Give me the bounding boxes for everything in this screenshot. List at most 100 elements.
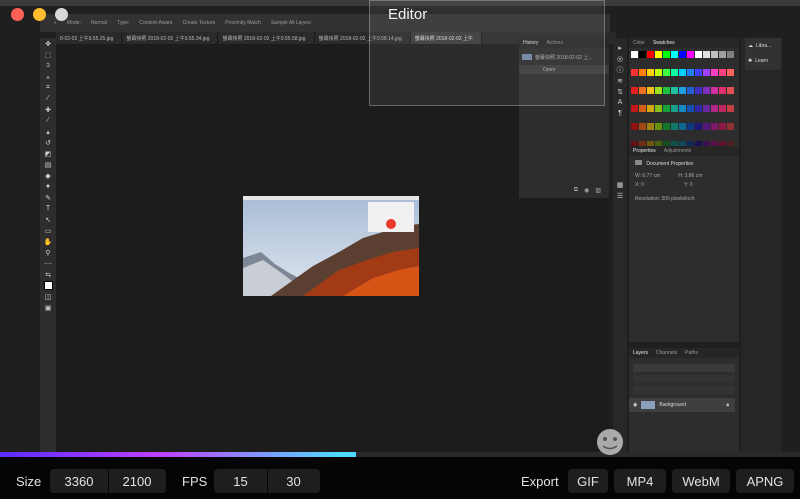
tab-adjustments[interactable]: Adjustments [664,148,692,154]
color-swatch[interactable] [703,87,710,94]
export-apng-button[interactable]: APNG [736,469,794,493]
tab-paths[interactable]: Paths [685,350,698,356]
snapshot-camera-icon[interactable]: ◉ [584,187,589,194]
color-swatch[interactable] [679,105,686,112]
color-swatch[interactable] [679,87,686,94]
color-swatch[interactable] [719,69,726,76]
color-swatch[interactable] [711,87,718,94]
layer-row[interactable]: ◉ Background 🔒︎ [629,398,735,412]
panel-icon[interactable]: ≋ [613,75,627,86]
color-swatch[interactable] [663,51,670,58]
color-swatch[interactable] [679,123,686,130]
export-webm-button[interactable]: WebM [672,469,730,493]
color-swatch[interactable] [687,87,694,94]
panel-icon[interactable]: ⓘ [613,64,627,75]
color-swatch[interactable] [679,51,686,58]
color-swatch[interactable] [679,69,686,76]
color-swatch[interactable] [703,51,710,58]
color-swatch[interactable] [703,105,710,112]
tab-channels[interactable]: Channels [656,350,677,356]
color-swatch[interactable] [631,123,638,130]
eye-icon[interactable]: ◉ [633,402,637,408]
color-swatch[interactable] [639,51,646,58]
color-swatch[interactable] [695,87,702,94]
layer-filter-bar[interactable] [633,364,735,372]
export-gif-button[interactable]: GIF [568,469,608,493]
color-swatch[interactable] [631,87,638,94]
color-swatch[interactable] [655,87,662,94]
color-swatch[interactable] [687,105,694,112]
color-swatch[interactable] [631,69,638,76]
color-swatch[interactable] [647,69,654,76]
color-swatch[interactable] [671,123,678,130]
color-swatch[interactable] [695,69,702,76]
color-swatch[interactable] [671,51,678,58]
color-swatch[interactable] [631,105,638,112]
color-swatch[interactable] [695,123,702,130]
tab-swatches[interactable]: Swatches [653,40,675,46]
color-swatch[interactable] [719,123,726,130]
color-swatch[interactable] [655,69,662,76]
color-swatch[interactable] [631,51,638,58]
color-swatch[interactable] [655,123,662,130]
color-swatch[interactable] [687,69,694,76]
panel-icon[interactable]: ☰ [613,190,627,201]
color-swatch[interactable] [639,69,646,76]
color-swatch[interactable] [711,105,718,112]
libraries-button[interactable]: ☁ Libra... [745,38,781,53]
color-swatch[interactable] [711,123,718,130]
color-swatch[interactable] [703,123,710,130]
close-window-button[interactable] [11,8,24,21]
color-swatch[interactable] [711,51,718,58]
new-document-icon[interactable]: ⧉ [574,187,578,194]
blend-mode-row[interactable] [633,375,735,383]
zoom-window-button[interactable] [55,8,68,21]
color-swatch[interactable] [663,87,670,94]
width-field[interactable]: 3360 [50,469,108,493]
color-swatch[interactable] [727,105,734,112]
panel-icon[interactable]: ¶ [613,108,627,119]
panel-icon[interactable]: ▦ [613,179,627,190]
trash-icon[interactable]: ▥ [595,187,601,194]
panel-icon[interactable]: ◎ [613,53,627,64]
color-swatch[interactable] [727,69,734,76]
color-swatch[interactable] [639,123,646,130]
panel-icon[interactable]: ⇅ [613,86,627,97]
lock-row[interactable] [633,386,735,394]
tab-properties[interactable]: Properties [633,148,656,154]
color-swatch[interactable] [647,123,654,130]
tab-color[interactable]: Color [633,40,645,46]
color-swatch[interactable] [727,123,734,130]
color-swatch[interactable] [695,105,702,112]
color-swatch[interactable] [671,87,678,94]
panel-icon[interactable]: A [613,97,627,108]
color-swatch[interactable] [663,105,670,112]
minimize-window-button[interactable] [33,8,46,21]
color-swatch[interactable] [639,87,646,94]
color-swatch[interactable] [647,87,654,94]
fps-option-30[interactable]: 30 [267,469,320,493]
color-swatch[interactable] [655,51,662,58]
color-swatch[interactable] [671,69,678,76]
color-swatch[interactable] [719,51,726,58]
color-swatch[interactable] [719,87,726,94]
color-swatch[interactable] [663,123,670,130]
color-swatch[interactable] [719,105,726,112]
color-swatch[interactable] [687,123,694,130]
color-swatch[interactable] [703,69,710,76]
color-swatch[interactable] [711,69,718,76]
color-swatch[interactable] [695,51,702,58]
panel-icon[interactable]: ▸ [613,42,627,53]
color-swatch[interactable] [647,51,654,58]
height-field[interactable]: 2100 [108,469,166,493]
color-swatch[interactable] [639,105,646,112]
tab-layers[interactable]: Layers [633,350,648,356]
color-swatch[interactable] [647,105,654,112]
color-swatch[interactable] [727,87,734,94]
color-swatch[interactable] [663,69,670,76]
fps-option-15[interactable]: 15 [214,469,267,493]
learn-button[interactable]: ✺ Learn [745,53,781,68]
color-swatch[interactable] [687,51,694,58]
export-mp4-button[interactable]: MP4 [614,469,666,493]
color-swatch[interactable] [671,105,678,112]
